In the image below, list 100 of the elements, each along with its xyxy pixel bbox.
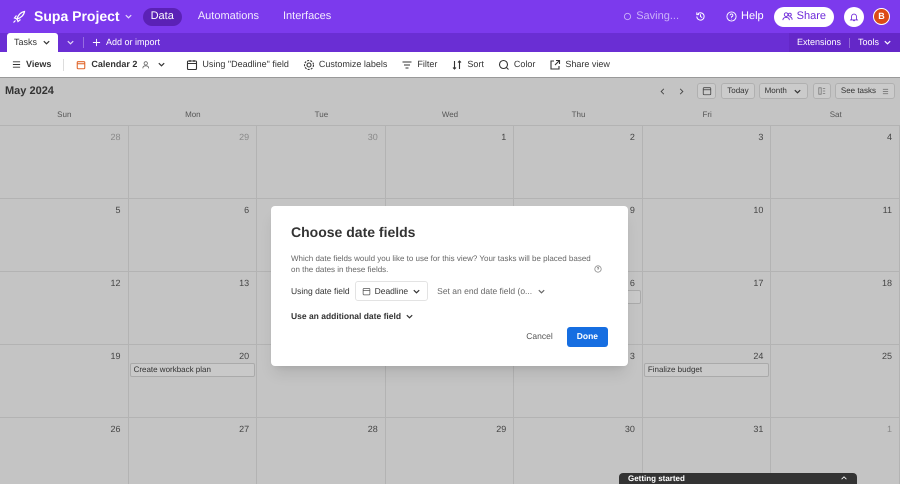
day-number: 5	[116, 204, 122, 216]
layout-button[interactable]	[812, 83, 831, 99]
field-label: Using date field	[291, 284, 350, 298]
project-name[interactable]: Supa Project	[34, 6, 120, 27]
plus-icon	[92, 38, 102, 47]
table-tab[interactable]: Tasks	[7, 33, 58, 52]
notifications-button[interactable]	[844, 6, 864, 26]
day-number: 20	[239, 350, 250, 362]
share-icon	[549, 58, 562, 70]
day-cell[interactable]: 19	[0, 345, 129, 418]
day-cell[interactable]: 11	[771, 199, 900, 272]
toolbar-menu-button[interactable]: Extensions	[796, 36, 841, 50]
day-number: 6	[630, 277, 636, 289]
getting-started-panel[interactable]: Getting started	[619, 473, 857, 484]
today-button[interactable]: Today	[721, 83, 755, 99]
toolbar-menu-button[interactable]: Tools	[858, 36, 892, 50]
weekday-label: Sat	[830, 108, 842, 120]
nav-tab[interactable]: Data	[142, 8, 182, 26]
gear-icon	[302, 58, 315, 70]
day-number: 19	[110, 350, 122, 362]
day-cell[interactable]: 5	[0, 199, 129, 272]
day-number: 18	[882, 277, 893, 289]
weekday-label: Sun	[57, 108, 72, 120]
nav-tab[interactable]: Interfaces	[275, 8, 340, 26]
help-icon	[726, 11, 738, 22]
color-icon	[498, 58, 510, 70]
day-number: 31	[753, 423, 764, 435]
day-cell[interactable]: 12	[0, 272, 129, 345]
toolbar-button[interactable]: Color	[498, 58, 536, 72]
help-icon[interactable]	[594, 265, 602, 273]
date-field-dropdown[interactable]: Deadline	[354, 281, 428, 301]
day-number: 3	[630, 350, 636, 362]
day-cell[interactable]: 1	[386, 126, 514, 199]
day-cell[interactable]: 13	[128, 272, 258, 345]
share-button[interactable]: Share	[774, 6, 834, 26]
chevron-down-icon	[883, 38, 892, 47]
day-cell[interactable]: 18	[771, 272, 900, 345]
day-cell[interactable]: 28	[257, 418, 386, 484]
day-number: 13	[239, 277, 250, 289]
toolbar-button[interactable]: Share view	[549, 58, 610, 72]
list-icon	[882, 88, 889, 94]
filter-icon	[401, 58, 414, 70]
day-cell[interactable]: 26	[0, 418, 129, 484]
month-title: May 2024	[5, 84, 54, 99]
done-button[interactable]: Done	[566, 326, 608, 347]
chevron-up-icon	[840, 474, 848, 482]
weekday-label: Fri	[702, 108, 712, 120]
views-button[interactable]: Views	[12, 58, 52, 72]
day-number: 26	[110, 423, 122, 435]
weekday-label: Mon	[185, 108, 201, 120]
view-name-button[interactable]: Calendar 2	[76, 58, 166, 72]
day-number: 25	[882, 350, 893, 362]
toolbar-button[interactable]: Filter	[401, 58, 438, 72]
history-icon[interactable]	[695, 11, 706, 22]
toolbar-button[interactable]: Customize labels	[302, 58, 388, 72]
chevron-down-icon	[66, 38, 76, 47]
day-number: 6	[244, 204, 250, 216]
day-cell[interactable]: 27	[128, 418, 258, 484]
toolbar-button[interactable]: Using "Deadline" field	[186, 58, 289, 72]
day-cell[interactable]: 6	[128, 199, 258, 272]
calendar-icon	[186, 58, 198, 70]
calendar-icon	[702, 86, 712, 96]
day-number: 29	[239, 131, 250, 143]
day-cell[interactable]: 25	[771, 345, 900, 418]
end-date-dropdown[interactable]: Set an end date field (o...	[437, 284, 546, 298]
chevron-down-icon	[42, 38, 52, 47]
event-chip[interactable]: Finalize budget	[644, 363, 770, 377]
month-dropdown[interactable]: Month	[758, 83, 808, 99]
saving-status: Saving...	[636, 9, 680, 24]
help-button[interactable]: Help	[726, 8, 764, 25]
day-cell[interactable]: 24 Finalize budget	[642, 345, 772, 418]
loading-icon	[623, 12, 632, 21]
day-number: 17	[753, 277, 764, 289]
toolbar-button[interactable]: Sort	[451, 58, 484, 72]
day-cell[interactable]: 4	[771, 126, 900, 199]
day-cell[interactable]: 20 Create workback plan	[128, 345, 258, 418]
weekday-label: Wed	[442, 108, 458, 120]
event-chip[interactable]: Create workback plan	[130, 363, 256, 377]
day-cell[interactable]: 29	[386, 418, 514, 484]
day-number: 10	[753, 204, 764, 216]
day-cell[interactable]: 17	[642, 272, 772, 345]
calendar-icon	[362, 286, 371, 296]
date-picker-button[interactable]	[697, 83, 716, 99]
nav-tab[interactable]: Automations	[190, 8, 267, 26]
day-cell[interactable]: 2	[514, 126, 643, 199]
day-cell[interactable]: 3	[642, 126, 772, 199]
columns-icon	[818, 87, 826, 95]
cancel-button[interactable]: Cancel	[522, 326, 557, 347]
day-cell[interactable]: 10	[642, 199, 772, 272]
day-number: 28	[110, 131, 122, 143]
dialog-description: Which date fields would you like to use for this view? Your tasks will be placed based on the dates in these fields.	[291, 253, 591, 275]
see-tasks-button[interactable]: See tasks	[834, 83, 895, 99]
add-import-button[interactable]: Add or import	[92, 33, 160, 52]
day-number: 9	[630, 204, 636, 216]
day-number: 28	[368, 423, 379, 435]
user-avatar[interactable]: B	[873, 8, 890, 25]
day-number: 12	[110, 277, 122, 289]
additional-date-field-button[interactable]: Use an additional date field	[291, 310, 414, 323]
day-number: 29	[496, 423, 508, 435]
chevron-down-icon	[124, 12, 133, 21]
